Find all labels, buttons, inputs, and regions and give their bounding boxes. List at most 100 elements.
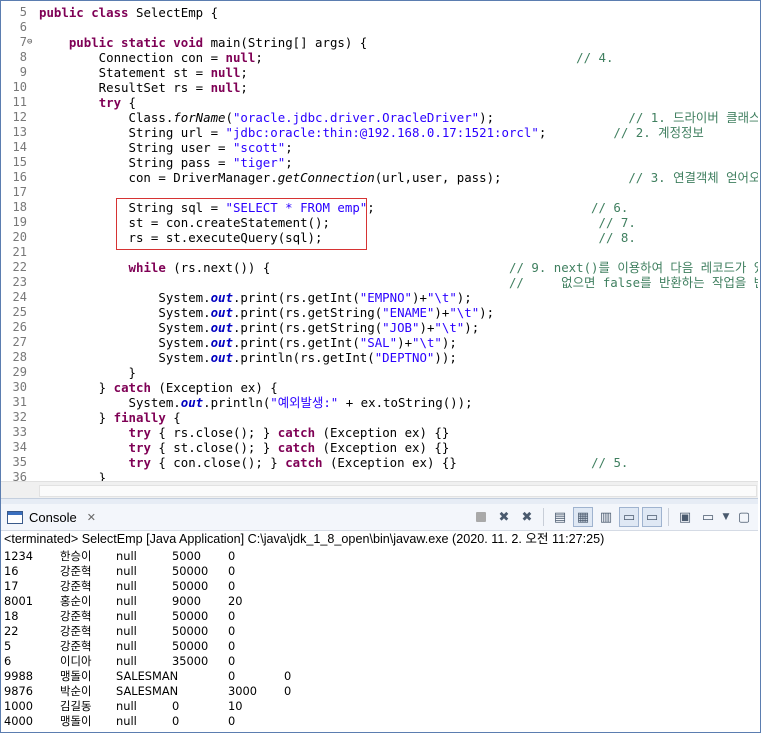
code-line[interactable]: System.out.println("예외발생:" + ex.toString…	[39, 395, 473, 410]
code-line[interactable]: public static void main(String[] args) {	[39, 35, 367, 50]
code-token: "scott"	[232, 140, 286, 155]
open-console-icon[interactable]: ▢	[734, 507, 754, 527]
remove-launch-icon[interactable]: ✖	[494, 507, 514, 527]
code-line[interactable]: try { rs.close(); } catch (Exception ex)…	[39, 425, 450, 440]
line-number: 17	[12, 185, 27, 199]
scrollbar-thumb[interactable]	[39, 485, 757, 497]
editor-horizontal-scrollbar[interactable]	[1, 481, 758, 498]
scroll-lock-icon[interactable]: ▦	[573, 507, 593, 527]
code-line[interactable]: System.out.print(rs.getString("JOB")+"\t…	[39, 320, 479, 335]
console-output-cell: 강준혁	[60, 639, 92, 653]
code-line[interactable]: try {	[39, 95, 136, 110]
code-token: );	[441, 335, 457, 350]
line-number: 6	[19, 20, 27, 34]
pin-console-icon[interactable]: ▣	[675, 507, 695, 527]
line-number: 10	[12, 80, 27, 94]
code-line[interactable]: con = DriverManager.getConnection(url,us…	[39, 170, 758, 185]
display-selected-console-icon[interactable]: ▭	[698, 507, 718, 527]
code-token: Connection con =	[39, 50, 226, 65]
code-token: );	[456, 290, 472, 305]
code-line[interactable]: System.out.print(rs.getInt("EMPNO")+"\t"…	[39, 290, 472, 305]
code-line[interactable]: }	[39, 470, 106, 481]
console-output-cell: 0	[284, 684, 292, 698]
code-token: System.	[39, 320, 211, 335]
code-line[interactable]: public class SelectEmp {	[39, 5, 218, 20]
show-console-on-stderr-icon[interactable]: ▭	[642, 507, 662, 527]
code-line[interactable]: System.out.print(rs.getInt("SAL")+"\t");	[39, 335, 457, 350]
console-output-cell: 50000	[172, 624, 209, 638]
console-output-cell: 35000	[172, 654, 209, 668]
code-line[interactable]: while (rs.next()) { // 9. next()를 이용하여 다…	[39, 260, 758, 275]
console-output-cell: 맹돌이	[60, 714, 92, 728]
word-wrap-icon[interactable]: ▥	[596, 507, 616, 527]
code-line[interactable]: String pass = "tiger";	[39, 155, 293, 170]
code-line[interactable]: String user = "scott";	[39, 140, 293, 155]
terminate-icon[interactable]	[471, 507, 491, 527]
code-line[interactable]: String url = "jdbc:oracle:thin:@192.168.…	[39, 125, 704, 140]
code-line[interactable]: try { con.close(); } catch (Exception ex…	[39, 455, 629, 470]
code-token: // 없으면 false를 반환하는 작업을 반복 수행	[508, 275, 758, 290]
line-number: 16	[12, 170, 27, 184]
line-number: 9	[19, 65, 27, 79]
console-output-cell: 17	[4, 579, 19, 593]
code-line[interactable]: Connection con = null; // 4.	[39, 50, 614, 65]
console-output-cell: 0	[228, 579, 236, 593]
console-output-cell: 한승이	[60, 549, 92, 563]
code-token: { con.close(); }	[150, 455, 286, 470]
line-number: 25	[12, 305, 27, 319]
code-line[interactable]: Class.forName("oracle.jdbc.driver.Oracle…	[39, 110, 758, 125]
code-token: "JOB"	[382, 320, 420, 335]
code-line[interactable]: } catch (Exception ex) {	[39, 380, 278, 395]
console-output-cell: 9876	[4, 684, 33, 698]
clear-console-icon[interactable]: ▤	[550, 507, 570, 527]
display-selected-console-dropdown-icon[interactable]: ▼	[721, 507, 731, 527]
console-output-cell: null	[116, 579, 137, 593]
show-console-on-stdout-icon[interactable]: ▭	[619, 507, 639, 527]
code-token: while	[128, 260, 166, 275]
code-line[interactable]: } finally {	[39, 410, 181, 425]
code-token: Statement st =	[39, 65, 211, 80]
code-editor[interactable]: 5 6 7 ⊖ 8 9 10 11 12 13 14 15 16 17 18 19 20 21 22 23 24 25 26…	[1, 1, 758, 481]
console-output-cell: null	[116, 639, 137, 653]
line-number: 32	[12, 410, 27, 424]
console-output-cell: 이디아	[60, 654, 92, 668]
code-line[interactable]: System.out.println(rs.getInt("DEPTNO"));	[39, 350, 456, 365]
code-token: "DEPTNO"	[374, 350, 435, 365]
line-number: 33	[12, 425, 27, 439]
code-token: // 2. 계정정보	[613, 125, 704, 140]
console-output-cell: 50000	[172, 609, 209, 623]
toolbar-separator	[543, 508, 544, 526]
console-output-cell: 50000	[172, 639, 209, 653]
code-token: .println(	[203, 395, 271, 410]
code-token: try	[128, 425, 151, 440]
line-number: 20	[12, 230, 27, 244]
code-token: "oracle.jdbc.driver.OracleDriver"	[232, 110, 480, 125]
code-token: // 1. 드라이버 클래스 로딩	[628, 110, 758, 125]
code-line[interactable]: try { st.close(); } catch (Exception ex)…	[39, 440, 450, 455]
code-token: );	[479, 305, 495, 320]
console-output-cell: 6	[4, 654, 12, 668]
console-output-cell: 50000	[172, 564, 209, 578]
code-token: out	[210, 305, 233, 320]
code-line[interactable]: // 없으면 false를 반환하는 작업을 반복 수행	[39, 275, 758, 290]
tab-console[interactable]: Console ✕	[1, 504, 96, 530]
console-output-cell: 0	[228, 564, 236, 578]
fold-toggle-icon[interactable]: ⊖	[27, 38, 36, 47]
console-output-cell: null	[116, 609, 137, 623]
close-icon[interactable]: ✕	[87, 511, 96, 524]
code-token: ;	[285, 155, 293, 170]
line-number: 21	[12, 245, 27, 259]
code-token: );	[479, 110, 629, 125]
code-token: (Exception ex) {}	[322, 455, 592, 470]
code-line[interactable]: System.out.print(rs.getString("ENAME")+"…	[39, 305, 494, 320]
code-token: null	[210, 65, 241, 80]
code-line[interactable]: Statement st = null;	[39, 65, 248, 80]
code-token: "예외발생:"	[270, 395, 339, 410]
remove-all-terminated-icon[interactable]: ✖	[517, 507, 537, 527]
code-token: (	[225, 110, 233, 125]
code-line[interactable]: }	[39, 365, 136, 380]
code-line[interactable]: ResultSet rs = null;	[39, 80, 248, 95]
console-output-cell: null	[116, 624, 137, 638]
code-token: out	[210, 290, 233, 305]
